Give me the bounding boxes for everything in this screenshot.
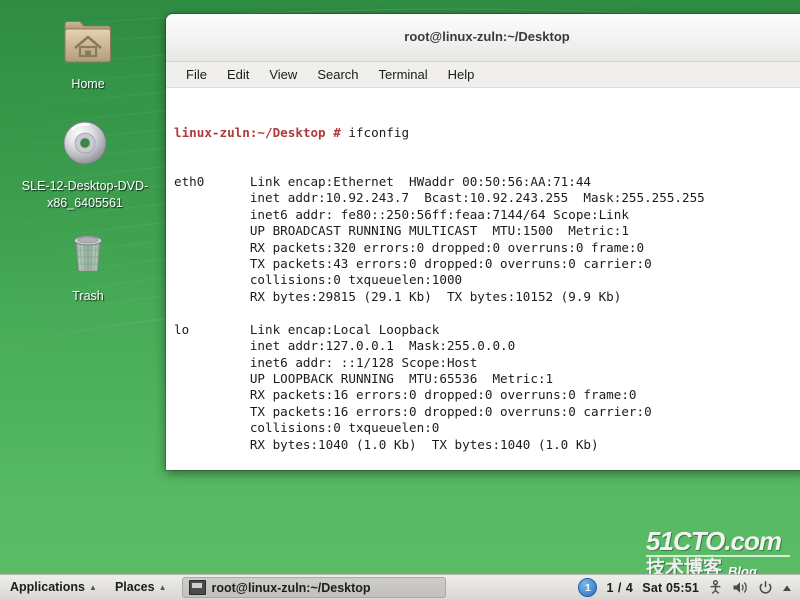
terminal-output-line: eth0 Link encap:Ethernet HWaddr 00:50:56… — [174, 174, 592, 190]
terminal-output-line: inet6 addr: ::1/128 Scope:Host — [174, 354, 478, 370]
trash-bin-icon — [8, 228, 168, 283]
terminal-output-line: collisions:0 txqueuelen:1000 — [174, 272, 463, 288]
desktop-icon-dvd[interactable]: SLE-12-Desktop-DVD-x86_6405561 — [5, 118, 165, 212]
taskbar-window-label: root@linux-zuln:~/Desktop — [211, 580, 371, 595]
terminal-command-line: linux-zuln:~/Desktop # ifconfig — [174, 125, 800, 141]
desktop-icon-home[interactable]: Home — [8, 18, 168, 93]
terminal-window[interactable]: root@linux-zuln:~/Desktop File Edit View… — [166, 14, 800, 470]
desktop-icon-label: SLE-12-Desktop-DVD-x86_6405561 — [21, 179, 149, 210]
places-menu-label: Places — [114, 580, 155, 594]
window-title: root@linux-zuln:~/Desktop — [404, 29, 570, 44]
watermark-rule — [646, 555, 790, 557]
applications-menu[interactable]: Applications ▲ — [2, 577, 105, 598]
accessibility-icon[interactable] — [708, 580, 723, 595]
shell-prompt: linux-zuln:~/Desktop # — [174, 124, 341, 140]
watermark: 51CTO.com 技术博客 Blog — [646, 528, 796, 578]
workspace-switcher[interactable]: 1 / 4 — [606, 581, 633, 595]
desktop-icon-label: Home — [71, 77, 105, 91]
menu-view[interactable]: View — [260, 65, 306, 85]
desktop[interactable]: Home SLE-12-Desktop-DVD-x86_6405561 Tras… — [0, 0, 800, 600]
places-menu[interactable]: Places ▲ — [107, 577, 175, 598]
terminal-output-line: TX packets:43 errors:0 dropped:0 overrun… — [174, 256, 652, 272]
power-icon[interactable] — [758, 580, 773, 595]
terminal-output-line: RX packets:16 errors:0 dropped:0 overrun… — [174, 387, 637, 403]
desktop-icon-trash[interactable]: Trash — [8, 228, 168, 305]
shell-command: ifconfig — [340, 124, 410, 140]
terminal-output-line: UP BROADCAST RUNNING MULTICAST MTU:1500 … — [174, 223, 629, 239]
terminal-output-line: inet addr:10.92.243.7 Bcast:10.92.243.25… — [174, 190, 705, 206]
desktop-icon-label: Trash — [72, 289, 104, 303]
terminal-output-line: TX packets:16 errors:0 dropped:0 overrun… — [174, 403, 652, 419]
workspace-badge[interactable]: 1 — [578, 578, 598, 597]
chevron-up-icon: ▲ — [89, 582, 97, 592]
terminal-menubar[interactable]: File Edit View Search Terminal Help — [166, 62, 800, 88]
terminal-icon — [189, 580, 207, 595]
terminal-output-line: inet addr:127.0.0.1 Mask:255.0.0.0 — [174, 338, 516, 354]
terminal-output-area[interactable]: linux-zuln:~/Desktop # ifconfig eth0 Lin… — [166, 88, 800, 470]
folder-home-icon — [8, 18, 168, 71]
terminal-output-line: RX bytes:29815 (29.1 Kb) TX bytes:10152 … — [174, 288, 622, 304]
menu-search[interactable]: Search — [308, 65, 367, 85]
show-hidden-icon[interactable] — [782, 583, 792, 593]
terminal-titlebar[interactable]: root@linux-zuln:~/Desktop — [166, 14, 800, 62]
menu-help[interactable]: Help — [439, 65, 484, 85]
taskbar-window-button[interactable]: root@linux-zuln:~/Desktop — [182, 577, 447, 598]
menu-terminal[interactable]: Terminal — [370, 65, 437, 85]
terminal-output-line: RX bytes:1040 (1.0 Kb) TX bytes:1040 (1.… — [174, 436, 599, 452]
system-tray[interactable]: 1 1 / 4 Sat 05:51 — [578, 578, 800, 597]
terminal-output-line: RX packets:320 errors:0 dropped:0 overru… — [174, 239, 645, 255]
chevron-up-icon: ▲ — [158, 582, 167, 592]
terminal-output-line: UP LOOPBACK RUNNING MTU:65536 Metric:1 — [174, 370, 554, 386]
clock[interactable]: Sat 05:51 — [642, 581, 699, 595]
applications-menu-label: Applications — [10, 580, 86, 594]
optical-disc-icon — [5, 118, 165, 173]
terminal-output-line: inet6 addr: fe80::250:56ff:feaa:7144/64 … — [174, 206, 629, 222]
volume-icon[interactable] — [732, 580, 749, 595]
ifconfig-output: eth0 Link encap:Ethernet HWaddr 00:50:56… — [174, 174, 800, 469]
terminal-output-line: collisions:0 txqueuelen:0 — [174, 420, 440, 436]
taskbar[interactable]: Applications ▲ Places ▲ root@linux-zuln:… — [0, 574, 800, 600]
watermark-site: 51CTO.com — [646, 526, 782, 556]
terminal-output-line: lo Link encap:Local Loopback — [174, 321, 440, 337]
menu-file[interactable]: File — [177, 65, 216, 85]
menu-edit[interactable]: Edit — [218, 65, 258, 85]
